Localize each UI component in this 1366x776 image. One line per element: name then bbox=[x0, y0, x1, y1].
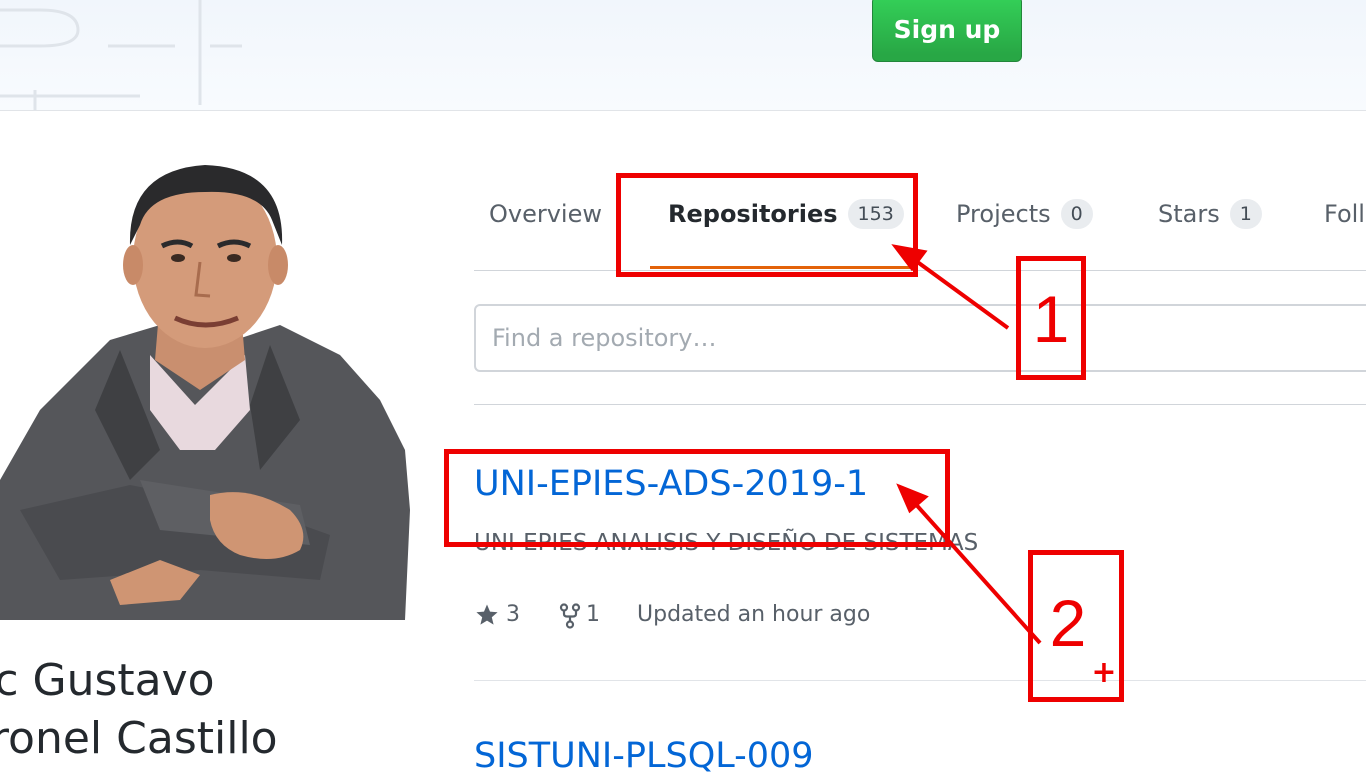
crosshair-cursor-icon: + bbox=[1091, 655, 1117, 690]
top-banner: Sign up bbox=[0, 0, 1366, 111]
tab-stars-label: Stars bbox=[1158, 200, 1220, 228]
arrow-2-head bbox=[896, 483, 929, 514]
tab-projects[interactable]: Projects 0 bbox=[956, 194, 1093, 234]
tab-overview-label: Overview bbox=[489, 200, 602, 228]
stars-count-badge: 1 bbox=[1229, 199, 1262, 229]
banner-pattern-graphic bbox=[0, 0, 242, 110]
profile-tabs: Overview Repositories 153 Projects 0 Stars… bbox=[474, 194, 1366, 234]
tab-projects-label: Projects bbox=[956, 200, 1051, 228]
repo-stars-count: 3 bbox=[506, 602, 520, 627]
tab-followers[interactable]: Foll bbox=[1324, 194, 1365, 234]
tab-followers-label: Foll bbox=[1324, 200, 1365, 228]
repo-description: UNI-EPIES ANALISIS Y DISEÑO DE SISTEMAS bbox=[474, 530, 979, 556]
arrow-2-line bbox=[910, 498, 1042, 645]
repositories-count-badge: 153 bbox=[847, 199, 904, 229]
profile-avatar[interactable] bbox=[0, 150, 420, 620]
projects-count-badge: 0 bbox=[1060, 199, 1093, 229]
repo-name-link[interactable]: SISTUNI-PLSQL-009 bbox=[474, 736, 814, 776]
tab-overview[interactable]: Overview bbox=[489, 194, 602, 234]
tab-repositories-label: Repositories bbox=[668, 200, 838, 228]
tab-stars[interactable]: Stars 1 bbox=[1158, 194, 1262, 234]
find-repository-input[interactable] bbox=[474, 304, 1366, 372]
profile-name-line-2: oronel Castillo bbox=[0, 713, 278, 764]
annotation-number-1: 1 bbox=[1032, 282, 1070, 356]
repo-list-divider bbox=[474, 680, 1366, 681]
profile-full-name: ric Gustavo oronel Castillo bbox=[0, 652, 278, 768]
arrow-1-head bbox=[891, 244, 928, 272]
tab-repositories[interactable]: Repositories 153 bbox=[668, 194, 904, 234]
repo-name-link[interactable]: UNI-EPIES-ADS-2019-1 bbox=[474, 464, 868, 504]
tabs-divider bbox=[474, 270, 1366, 271]
repo-forks-count: 1 bbox=[586, 602, 600, 627]
selected-tab-underline bbox=[650, 266, 914, 269]
star-icon bbox=[476, 604, 498, 625]
fork-icon bbox=[559, 603, 581, 629]
sign-up-button[interactable]: Sign up bbox=[872, 0, 1022, 62]
repo-updated-time: Updated an hour ago bbox=[637, 602, 871, 627]
annotation-number-2: 2 bbox=[1049, 586, 1087, 660]
profile-name-line-1: ric Gustavo bbox=[0, 655, 215, 706]
search-divider bbox=[474, 404, 1366, 405]
